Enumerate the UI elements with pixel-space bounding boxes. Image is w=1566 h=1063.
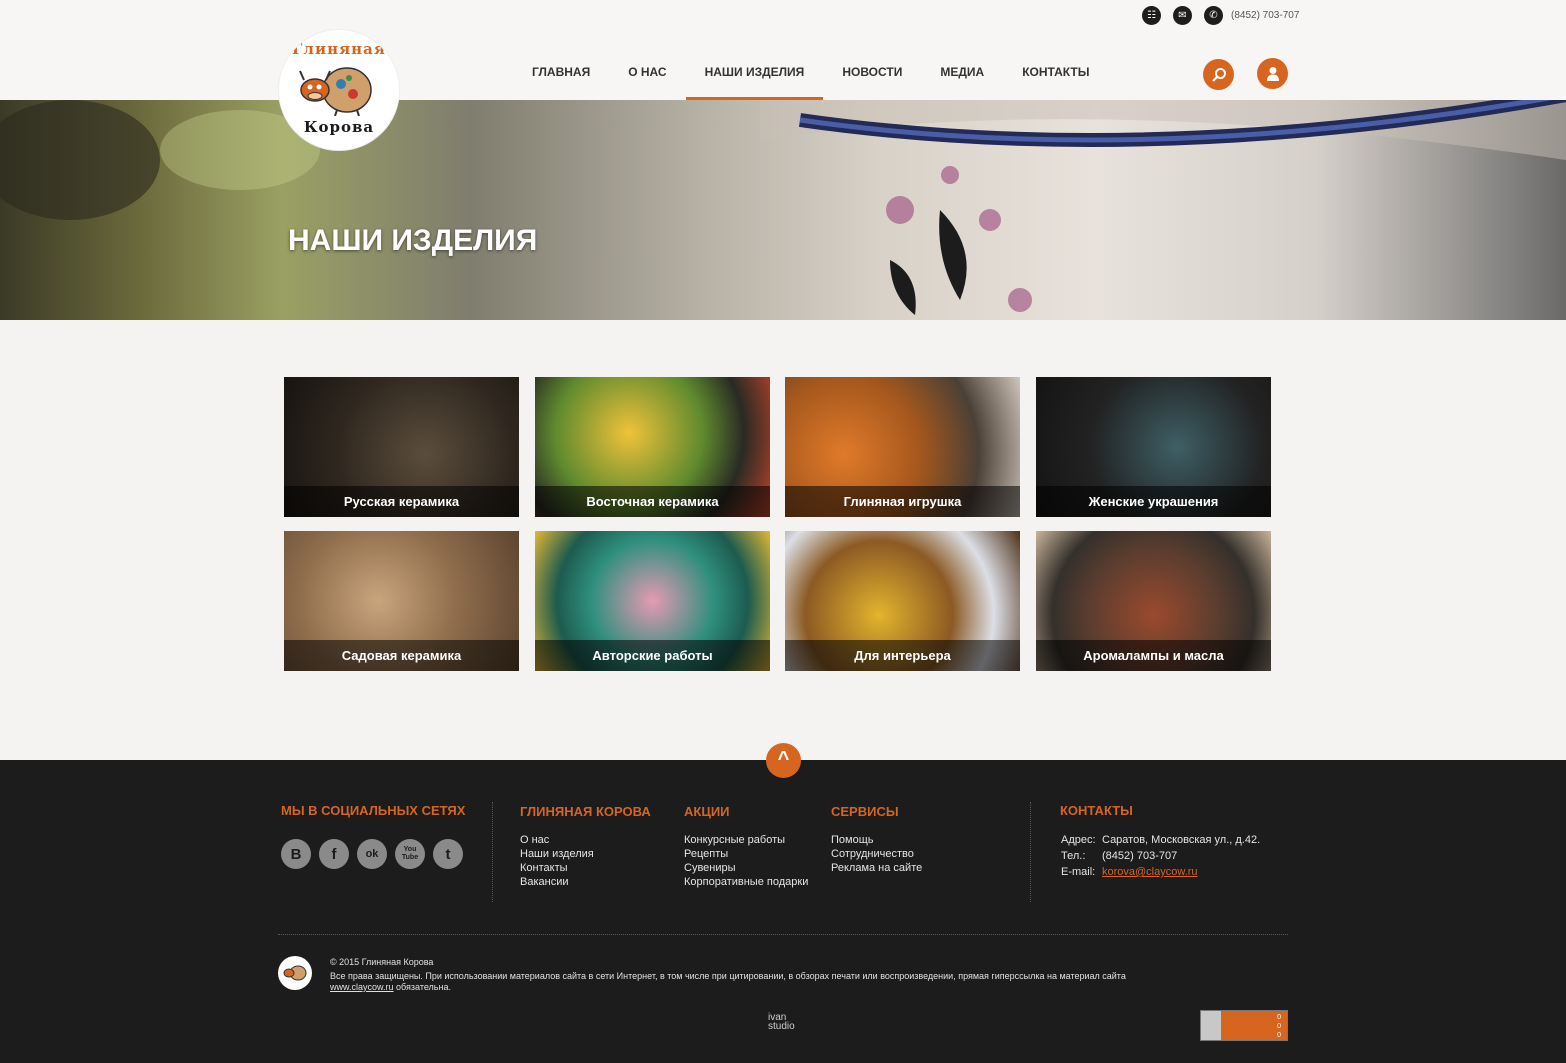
header-phone: (8452) 703-707 (1231, 10, 1300, 21)
category-author-works[interactable]: Авторские работы (535, 531, 770, 671)
nav-products[interactable]: НАШИ ИЗДЕЛИЯ (685, 50, 824, 100)
email-link[interactable]: korova@claycow.ru (1102, 864, 1198, 880)
footer-col-services: Помощь Сотрудничество Реклама на сайте (831, 833, 922, 875)
nav-media[interactable]: МЕДИА (921, 50, 1003, 100)
counter-views: 0 (1277, 1014, 1281, 1021)
copyright-line: © 2015 Глиняная Корова (330, 957, 434, 967)
footer-divider (1030, 802, 1031, 902)
footer-link[interactable]: Корпоративные подарки (684, 875, 808, 889)
visit-counter[interactable]: 0 0 0 (1200, 1010, 1288, 1041)
footer-divider (492, 802, 493, 902)
logo-text-top: Глиняная (292, 40, 386, 58)
sitemap-icon[interactable]: ☷ (1142, 6, 1161, 25)
footer-link[interactable]: Сотрудничество (831, 847, 922, 861)
footer: МЫ В СОЦИАЛЬНЫХ СЕТЯХ B f ok You Tube t … (0, 760, 1566, 1063)
scroll-to-top-button[interactable]: ^ (766, 743, 801, 778)
category-oriental-ceramics[interactable]: Восточная керамика (535, 377, 770, 517)
search-icon (1211, 67, 1226, 82)
footer-link[interactable]: Реклама на сайте (831, 861, 922, 875)
hero-banner: НАШИ ИЗДЕЛИЯ (0, 100, 1566, 320)
logo-text-bottom: Корова (303, 118, 375, 136)
top-icons: ☷ ✉ ✆ (8452) 703-707 (1142, 6, 1299, 25)
footer-col-promo-title: АКЦИИ (684, 804, 730, 819)
category-russian-ceramics[interactable]: Русская керамика (284, 377, 519, 517)
mail-icon[interactable]: ✉ (1173, 6, 1192, 25)
footer-link[interactable]: Рецепты (684, 847, 808, 861)
rights-text: Все права защищены. При использовании ма… (330, 971, 1126, 981)
category-label: Авторские работы (535, 640, 770, 671)
twitter-icon[interactable]: t (433, 839, 463, 869)
logo[interactable]: Глиняная Корова (279, 30, 399, 150)
nav-home[interactable]: ГЛАВНАЯ (513, 50, 609, 100)
footer-divider-horizontal (278, 934, 1288, 935)
site-link[interactable]: www.claycow.ru (330, 982, 394, 992)
nav-news[interactable]: НОВОСТИ (823, 50, 921, 100)
account-button[interactable] (1257, 58, 1288, 89)
header: ☷ ✉ ✆ (8452) 703-707 ГЛАВНАЯ О НАС НАШИ … (0, 0, 1566, 100)
category-clay-toys[interactable]: Глиняная игрушка (785, 377, 1020, 517)
footer-col-company: О нас Наши изделия Контакты Вакансии (520, 833, 594, 889)
rights-text-end: обязательна. (396, 982, 451, 992)
user-icon (1266, 66, 1279, 81)
footer-contacts: Адрес: Саратов, Московская ул., д.42. Те… (1061, 832, 1260, 880)
footer-link[interactable]: Контакты (520, 861, 594, 875)
category-label: Восточная керамика (535, 486, 770, 517)
main-nav: ГЛАВНАЯ О НАС НАШИ ИЗДЕЛИЯ НОВОСТИ МЕДИА… (513, 50, 1108, 100)
counter-values: 0 0 0 (1277, 1013, 1281, 1040)
category-jewelry[interactable]: Женские украшения (1036, 377, 1271, 517)
vk-icon[interactable]: B (281, 839, 311, 869)
footer-col-company-title: ГЛИНЯНАЯ КОРОВА (520, 804, 651, 819)
phone-icon[interactable]: ✆ (1204, 6, 1223, 25)
cow-logo-icon (283, 965, 307, 981)
phone-value: (8452) 703-707 (1102, 850, 1178, 862)
facebook-icon[interactable]: f (319, 839, 349, 869)
counter-visitors: 0 (1277, 1032, 1281, 1039)
youtube-icon[interactable]: You Tube (395, 839, 425, 869)
category-interior[interactable]: Для интерьера (785, 531, 1020, 671)
footer-link[interactable]: Помощь (831, 833, 922, 847)
category-label: Садовая керамика (284, 640, 519, 671)
address-label: Адрес: (1061, 834, 1096, 846)
category-aroma-lamps[interactable]: Аромалампы и масла (1036, 531, 1271, 671)
category-label: Для интерьера (785, 640, 1020, 671)
footer-contacts-title: КОНТАКТЫ (1060, 803, 1133, 818)
chevron-up-icon: ^ (777, 748, 790, 770)
category-garden-ceramics[interactable]: Садовая керамика (284, 531, 519, 671)
footer-link[interactable]: Конкурсные работы (684, 833, 808, 847)
phone-label: Тел.: (1061, 850, 1086, 862)
category-label: Глиняная игрушка (785, 486, 1020, 517)
odnoklassniki-icon[interactable]: ok (357, 839, 387, 869)
social-title: МЫ В СОЦИАЛЬНЫХ СЕТЯХ (281, 803, 466, 818)
email-label: E-mail: (1061, 866, 1096, 878)
footer-link[interactable]: Наши изделия (520, 847, 594, 861)
studio-logo[interactable]: ivan studio (768, 1013, 795, 1032)
cow-logo-icon (299, 67, 372, 116)
category-label: Женские украшения (1036, 486, 1271, 517)
nav-about[interactable]: О НАС (609, 50, 685, 100)
counter-visits: 0 (1277, 1023, 1281, 1030)
footer-link[interactable]: Вакансии (520, 875, 594, 889)
category-label: Аромалампы и масла (1036, 640, 1271, 671)
social-icons: B f ok You Tube t (281, 839, 463, 869)
category-label: Русская керамика (284, 486, 519, 517)
copyright: © 2015 Глиняная Корова Все права защищен… (330, 957, 1280, 993)
page-title: НАШИ ИЗДЕЛИЯ (288, 224, 538, 257)
counter-bars-icon (1201, 1011, 1221, 1040)
hero-background-image (0, 100, 1566, 315)
nav-contacts[interactable]: КОНТАКТЫ (1003, 50, 1108, 100)
search-button[interactable] (1203, 59, 1234, 90)
footer-link[interactable]: О нас (520, 833, 594, 847)
studio-line2: studio (768, 1021, 795, 1032)
address-value: Саратов, Московская ул., д.42. (1102, 834, 1261, 846)
footer-col-services-title: СЕРВИСЫ (831, 804, 899, 819)
footer-logo[interactable] (278, 956, 312, 990)
footer-col-promo: Конкурсные работы Рецепты Сувениры Корпо… (684, 833, 808, 889)
footer-link[interactable]: Сувениры (684, 861, 808, 875)
